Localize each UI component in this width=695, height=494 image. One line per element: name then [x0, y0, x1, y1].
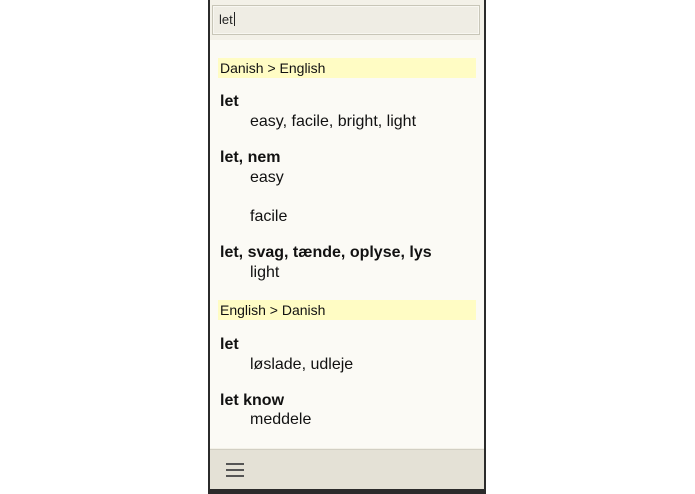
headword[interactable]: let	[220, 336, 239, 354]
screen-bottom-edge	[210, 489, 484, 494]
search-bar[interactable]: let	[212, 5, 480, 35]
translation[interactable]: easy	[250, 169, 284, 187]
search-input-value: let	[219, 12, 233, 27]
headword[interactable]: let	[220, 93, 239, 111]
translation[interactable]: light	[250, 264, 279, 282]
section-header-english-danish: English > Danish	[218, 300, 476, 320]
headword[interactable]: let know	[220, 392, 284, 410]
translation[interactable]: løslade, udleje	[250, 356, 353, 374]
app-screen: let Danish > English let easy, facile, b…	[210, 0, 484, 494]
menu-icon[interactable]	[226, 462, 244, 478]
headword[interactable]: let, nem	[220, 149, 280, 167]
section-header-danish-english: Danish > English	[218, 58, 476, 78]
search-input[interactable]: let	[219, 12, 235, 27]
text-caret	[233, 12, 235, 26]
translation[interactable]: meddele	[250, 411, 311, 429]
headword[interactable]: let, svag, tænde, oplyse, lys	[220, 244, 432, 262]
translation[interactable]: facile	[250, 208, 287, 226]
device-frame: let Danish > English let easy, facile, b…	[208, 0, 486, 494]
bottom-toolbar	[210, 449, 484, 490]
translation[interactable]: easy, facile, bright, light	[250, 113, 416, 131]
results-list[interactable]: Danish > English let easy, facile, brigh…	[210, 40, 484, 448]
